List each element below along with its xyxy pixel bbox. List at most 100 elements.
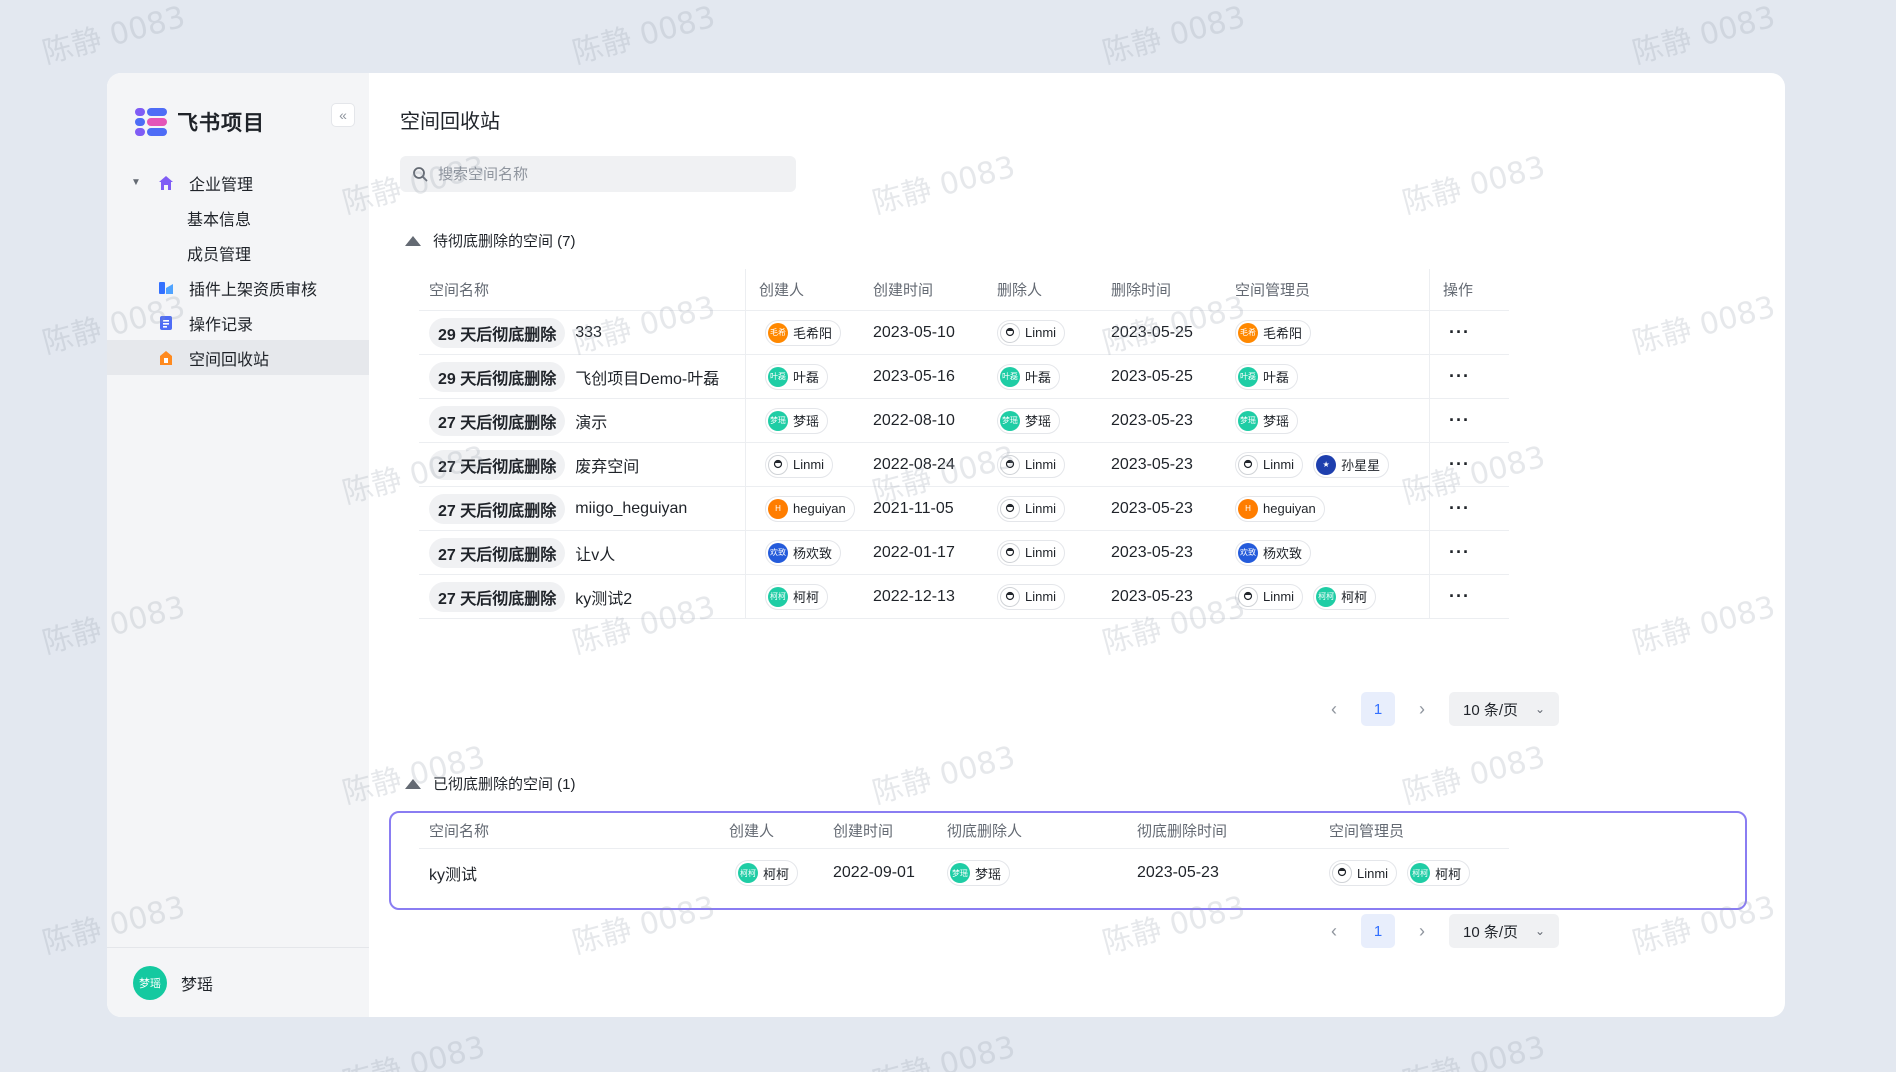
deleter-cell: 叶磊 叶磊	[997, 355, 1070, 398]
countdown-badge: 27 天后彻底删除	[429, 537, 566, 568]
creator-cell: 毛希 毛希阳	[765, 311, 851, 354]
more-icon: ···	[1449, 586, 1470, 606]
current-page[interactable]: 1	[1361, 692, 1395, 726]
user-chip[interactable]: 梦瑶 梦瑶	[1235, 407, 1299, 434]
table-row[interactable]: 27 天后彻底删除 让v人 欢致 杨欢致 2022-01-17 Linmi 2023-05-…	[419, 531, 1509, 575]
user-chip[interactable]: 叶磊 叶磊	[1235, 363, 1299, 390]
user-chip[interactable]: 叶磊 叶磊	[997, 363, 1061, 390]
user-chip[interactable]: Linmi	[997, 539, 1066, 566]
caret-down-icon[interactable]: ▼	[131, 177, 141, 188]
user-chip-name: 梦瑶	[1025, 414, 1052, 429]
current-page[interactable]: 1	[1361, 914, 1395, 948]
watermark-text: 陈静 0083	[1628, 0, 1779, 72]
recycle-bin-icon	[157, 349, 175, 367]
user-chip[interactable]: Linmi	[997, 583, 1066, 610]
table-row[interactable]: 29 天后彻底删除 333 毛希 毛希阳 2023-05-10 Linmi 2023-05-…	[419, 311, 1509, 355]
search-box[interactable]	[400, 156, 796, 192]
user-chip[interactable]: 柯柯 柯柯	[1313, 583, 1377, 610]
table-row[interactable]: 27 天后彻底删除 废弃空间 Linmi 2022-08-24 Linmi 2023-05…	[419, 443, 1509, 487]
pending-section-toggle[interactable]: 待彻底删除的空间 (7)	[405, 230, 576, 251]
user-chip[interactable]: Linmi	[997, 451, 1066, 478]
created-time: 2022-01-17	[873, 543, 955, 561]
user-chip[interactable]: Linmi	[1235, 451, 1304, 478]
column-header: 删除人	[997, 282, 1043, 299]
table-row[interactable]: 27 天后彻底删除 演示 梦瑶 梦瑶 2022-08-10 梦瑶 梦瑶 2023-05-23 梦…	[419, 399, 1509, 443]
more-actions-button[interactable]: ···	[1449, 531, 1470, 574]
more-actions-button[interactable]: ···	[1449, 443, 1470, 486]
avatar-face-icon	[1000, 322, 1020, 343]
more-actions-button[interactable]: ···	[1449, 399, 1470, 442]
watermark-text: 陈静 0083	[868, 1029, 1019, 1072]
user-chip[interactable]: 欢致 杨欢致	[1235, 539, 1312, 566]
prev-page-icon[interactable]: ‹	[1319, 694, 1349, 724]
prev-page-icon[interactable]: ‹	[1319, 916, 1349, 946]
creator-cell: Linmi	[765, 443, 843, 486]
sidebar-item-plugin-review[interactable]: 插件上架资质审核	[107, 270, 369, 305]
more-actions-button[interactable]: ···	[1449, 311, 1470, 354]
more-actions-button[interactable]: ···	[1449, 355, 1470, 398]
avatar-face-icon	[1000, 586, 1020, 607]
column-header: 创建人	[759, 282, 805, 299]
column-header: 创建时间	[873, 282, 934, 299]
user-chip[interactable]: 梦瑶 梦瑶	[947, 860, 1011, 886]
user-chip[interactable]: 柯柯 柯柯	[1407, 860, 1471, 886]
more-actions-button[interactable]: ···	[1449, 487, 1470, 530]
avatar-face-icon	[1000, 454, 1020, 475]
deleted-section-toggle[interactable]: 已彻底删除的空间 (1)	[405, 773, 576, 794]
user-chip[interactable]: Linmi	[1235, 583, 1304, 610]
table-row[interactable]: 27 天后彻底删除 miigo_heguiyan Hheguiyan 2021-11-…	[419, 487, 1509, 531]
user-chip[interactable]: 柯柯 柯柯	[735, 860, 799, 886]
user-chip[interactable]: 毛希 毛希阳	[1235, 319, 1312, 346]
user-chip[interactable]: 柯柯 柯柯	[765, 583, 829, 610]
user-chip[interactable]: 梦瑶 梦瑶	[765, 407, 829, 434]
avatar: 梦瑶	[768, 410, 788, 431]
page-size-select[interactable]: 10 条/页 ⌄	[1449, 914, 1559, 948]
admins-cell: 毛希 毛希阳	[1235, 311, 1321, 354]
next-page-icon[interactable]: ›	[1407, 916, 1437, 946]
page-size-select[interactable]: 10 条/页 ⌄	[1449, 692, 1559, 726]
chevron-down-icon: ⌄	[1534, 924, 1545, 938]
user-chip-name: 毛希阳	[793, 326, 833, 341]
avatar: 梦瑶	[950, 863, 970, 883]
user-chip[interactable]: Linmi	[1329, 860, 1398, 886]
user-chip-name: 柯柯	[1341, 590, 1368, 605]
space-name-cell: 27 天后彻底删除 废弃空间	[429, 443, 639, 486]
sidebar-item-members[interactable]: 成员管理	[107, 235, 369, 270]
user-chip[interactable]: 毛希 毛希阳	[765, 319, 842, 346]
watermark-text: 陈静 0083	[38, 0, 189, 72]
user-chip[interactable]: 梦瑶 梦瑶	[997, 407, 1061, 434]
search-input[interactable]	[438, 165, 778, 183]
next-page-icon[interactable]: ›	[1407, 694, 1437, 724]
user-chip[interactable]: Linmi	[765, 451, 834, 478]
user-chip-name: Linmi	[1025, 501, 1057, 516]
current-user[interactable]: 梦瑶 梦瑶	[107, 947, 369, 1017]
sidebar-item-basic-info[interactable]: 基本信息	[107, 200, 369, 235]
user-chip[interactable]: 叶磊 叶磊	[765, 363, 829, 390]
user-chip[interactable]: Linmi	[997, 319, 1066, 346]
table-row[interactable]: 27 天后彻底删除 ky测试2 柯柯 柯柯 2022-12-13 Linmi 2023-05…	[419, 575, 1509, 619]
table-row[interactable]: 29 天后彻底删除 飞创项目Demo-叶磊 叶磊 叶磊 2023-05-16 叶磊 叶磊 20…	[419, 355, 1509, 399]
user-chip[interactable]: 欢致 杨欢致	[765, 539, 842, 566]
user-chip[interactable]: Hheguiyan	[765, 495, 855, 522]
user-chip[interactable]: ★ 孙星星	[1313, 451, 1390, 478]
column-header: 彻底删除人	[947, 823, 1023, 840]
more-actions-button[interactable]: ···	[1449, 575, 1470, 618]
space-name: 演示	[575, 414, 608, 432]
avatar: 叶磊	[1238, 366, 1258, 387]
admins-cell: 叶磊 叶磊	[1235, 355, 1308, 398]
sidebar-item-label: 插件上架资质审核	[189, 281, 318, 299]
sidebar-item-operation-log[interactable]: 操作记录	[107, 305, 369, 340]
creator-cell: 欢致 杨欢致	[765, 531, 851, 574]
section-heading: 待彻底删除的空间 (7)	[433, 233, 576, 250]
column-header: 删除时间	[1111, 282, 1172, 299]
deleter-cell: Linmi	[997, 531, 1075, 574]
collapse-sidebar-button[interactable]: «	[331, 103, 355, 127]
countdown-badge: 27 天后彻底删除	[429, 449, 566, 480]
sidebar-item-recycle-bin[interactable]: 空间回收站	[107, 340, 369, 375]
countdown-badge: 27 天后彻底删除	[429, 581, 566, 612]
table-row[interactable]: ky测试 柯柯 柯柯 2022-09-01 梦瑶 梦瑶 2023-05-23 Linmi 柯柯柯…	[419, 849, 1509, 897]
user-chip[interactable]: Hheguiyan	[1235, 495, 1325, 522]
user-chip[interactable]: Linmi	[997, 495, 1066, 522]
deleter-cell: Linmi	[997, 443, 1075, 486]
sidebar-item-enterprise[interactable]: ▼ 企业管理	[107, 165, 369, 200]
